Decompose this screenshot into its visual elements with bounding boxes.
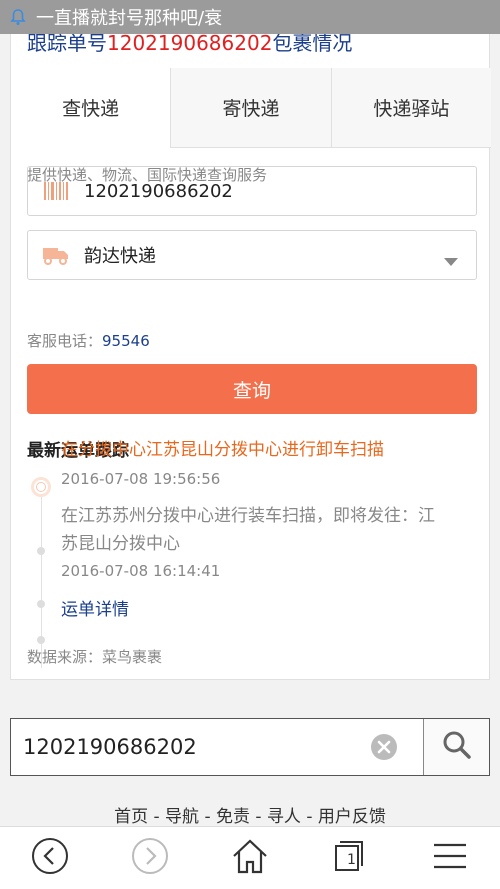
forward-icon	[131, 837, 169, 879]
tabs-button[interactable]: 1	[320, 833, 380, 883]
footer-links[interactable]: 首页 - 导航 - 免责 - 寻人 - 用户反馈	[0, 802, 500, 827]
tab-bar: 查快递 寄快递 快递驿站	[11, 68, 491, 148]
tab-count: 1	[347, 852, 356, 868]
tab-express-station[interactable]: 快递驿站	[330, 68, 491, 147]
tracking-event-time: 2016-07-08 19:56:56	[61, 470, 221, 488]
forward-button[interactable]	[120, 833, 180, 883]
dropdown-arrow-icon	[444, 251, 458, 270]
timeline-current-dot	[31, 477, 51, 497]
tracking-number-value: 1202190686202	[84, 180, 233, 202]
search-input-value: 1202190686202	[23, 735, 197, 759]
status-bar: 一直播就封号那种吧/衰	[0, 0, 500, 34]
tab-send-express[interactable]: 寄快递	[170, 68, 331, 147]
phone-number[interactable]: 95546	[102, 332, 150, 350]
heading-number: 1202190686202	[107, 34, 273, 55]
search-bar: 1202190686202	[10, 718, 490, 776]
tab-query-express[interactable]: 查快递	[11, 68, 171, 148]
clear-icon[interactable]	[371, 734, 397, 765]
timeline-dot	[37, 547, 45, 555]
search-button[interactable]	[423, 719, 489, 775]
back-button[interactable]	[20, 833, 80, 883]
tracking-event-time: 2016-07-08 16:14:41	[61, 562, 221, 580]
page-heading: 跟踪单号1202190686202包裹情况	[27, 34, 487, 68]
home-icon	[230, 837, 270, 879]
express-query-card: 跟踪单号1202190686202包裹情况 查快递 寄快递 快递驿站 提供快递、…	[10, 34, 491, 680]
notification-title: 一直播就封号那种吧/衰	[36, 8, 223, 29]
courier-value: 韵达快递	[84, 246, 156, 267]
notification-icon	[0, 8, 36, 26]
customer-service-phone: 客服电话：95546	[27, 332, 150, 350]
menu-icon	[432, 842, 468, 874]
search-input[interactable]: 1202190686202	[11, 719, 423, 775]
tracking-event-text: 在分拨中心江苏昆山分拨中心进行卸车扫描	[61, 440, 384, 460]
timeline-dot	[37, 600, 45, 608]
data-source: 数据来源：菜鸟裹裹	[27, 648, 163, 666]
tracking-number-input[interactable]: 1202190686202	[27, 166, 477, 216]
courier-select[interactable]: 韵达快递	[27, 230, 477, 280]
home-button[interactable]	[220, 833, 280, 883]
timeline-dot	[37, 636, 45, 644]
truck-icon	[28, 245, 84, 265]
back-icon	[31, 837, 69, 879]
query-button[interactable]: 查询	[27, 364, 477, 414]
search-icon	[442, 730, 472, 764]
browser-nav-bar: 1	[0, 826, 500, 889]
tracking-event-text: 在江苏苏州分拨中心进行装车扫描，即将发往：江苏昆山分拨中心	[61, 506, 435, 554]
barcode-icon	[28, 181, 84, 201]
menu-button[interactable]	[420, 833, 480, 883]
waybill-detail-link[interactable]: 运单详情	[61, 595, 129, 620]
